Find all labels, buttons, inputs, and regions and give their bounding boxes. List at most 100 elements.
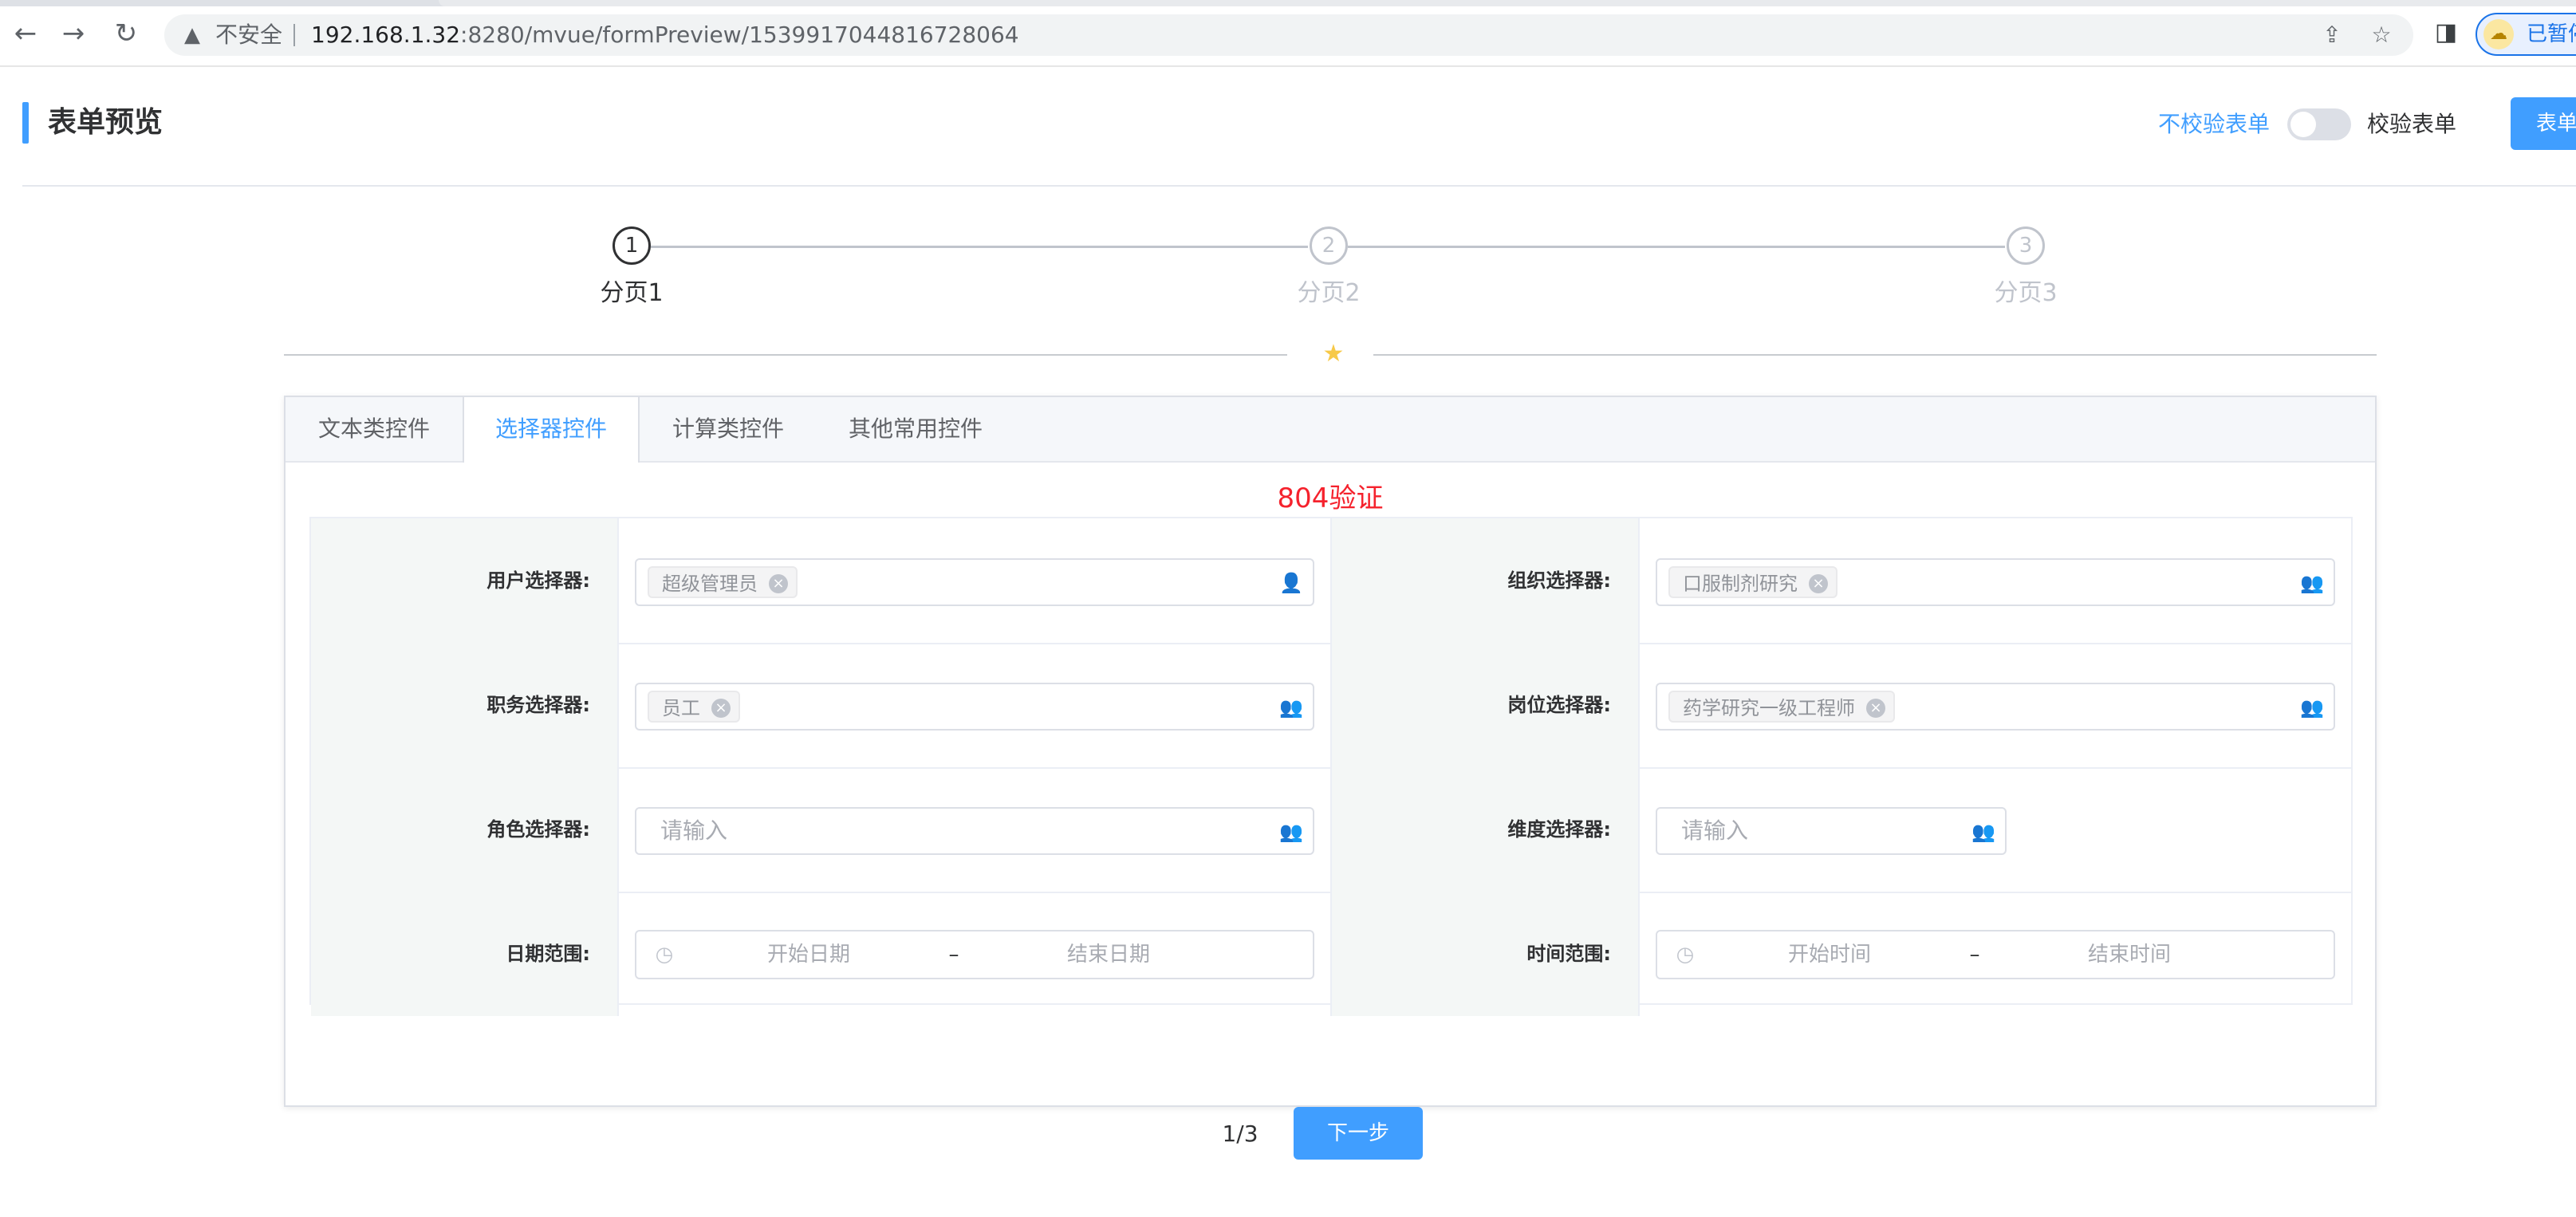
- steps: 1 分页1 2 分页2 3 分页3: [0, 222, 2576, 317]
- tabs-card: 文本类控件 选择器控件 计算类控件 其他常用控件 804验证 用户选择器: 超级…: [284, 396, 2377, 1107]
- selected-tag: 药学研究一级工程师 ×: [1668, 691, 1895, 723]
- share-icon[interactable]: ⇪: [2318, 21, 2346, 49]
- insecure-label[interactable]: 不安全: [215, 14, 282, 56]
- url-text[interactable]: 192.168.1.32:8280/mvue/formPreview/15399…: [311, 14, 1019, 56]
- time-range-picker[interactable]: ◷ 开始时间 – 结束时间: [1656, 930, 2335, 979]
- divider-line-right: [1373, 354, 2377, 356]
- step-3-label[interactable]: 分页3: [1946, 276, 2105, 311]
- date-range-label: 日期范围:: [506, 943, 590, 965]
- tab-strip-background: [439, 0, 2576, 6]
- tab-selector-controls[interactable]: 选择器控件: [463, 397, 640, 463]
- cell-divider: [1638, 643, 1640, 767]
- form-row: 职务选择器: 员工 × 👥 岗位选择器: 药学研究一级工程师 × 👥: [311, 643, 2351, 769]
- page-title: 表单预览: [48, 106, 163, 139]
- validate-switch[interactable]: [2287, 108, 2351, 140]
- step-1-circle[interactable]: 1: [612, 226, 651, 265]
- user-icon[interactable]: 👤: [1278, 569, 1305, 597]
- user-selector-label: 用户选择器:: [486, 569, 590, 592]
- org-icon[interactable]: 👥: [2298, 569, 2326, 597]
- profile-label: 已暂停: [2527, 22, 2576, 46]
- cell-divider: [617, 518, 619, 643]
- job-selector[interactable]: 员工 × 👥: [635, 683, 1314, 731]
- post-selector-label: 岗位选择器:: [1507, 694, 1611, 716]
- time-start-input[interactable]: 开始时间: [1710, 931, 1949, 978]
- tab-text-controls[interactable]: 文本类控件: [286, 397, 463, 461]
- label-cell: 维度选择器:: [1332, 767, 1638, 892]
- label-cell: 时间范围:: [1332, 892, 1638, 1016]
- org-selector[interactable]: 口服制剂研究 × 👥: [1656, 558, 2335, 606]
- time-end-input[interactable]: 结束时间: [2010, 931, 2249, 978]
- org-selector-label: 组织选择器:: [1507, 569, 1611, 592]
- reload-icon[interactable]: ↻: [110, 18, 142, 49]
- cell-divider: [617, 892, 619, 1016]
- form-title: 804验证: [1277, 482, 1384, 514]
- time-range-separator: –: [1969, 943, 1980, 967]
- tag-label: 口服制剂研究: [1683, 573, 1798, 595]
- divider-line-left: [284, 354, 1287, 356]
- bookmark-star-icon[interactable]: ☆: [2367, 21, 2396, 49]
- label-cell: 职务选择器:: [311, 643, 617, 767]
- next-step-button[interactable]: 下一步: [1294, 1107, 1423, 1160]
- users-icon[interactable]: 👥: [1278, 818, 1305, 845]
- selected-tag: 口服制剂研究 ×: [1668, 566, 1837, 598]
- cell-divider: [1638, 767, 1640, 892]
- tag-close-icon[interactable]: ×: [769, 574, 788, 593]
- users-icon[interactable]: 👥: [1970, 818, 1997, 845]
- validate-label[interactable]: 校验表单: [2367, 108, 2456, 140]
- post-selector[interactable]: 药学研究一级工程师 × 👥: [1656, 683, 2335, 731]
- tab-strip: [0, 0, 2576, 6]
- selected-tag: 员工 ×: [648, 691, 740, 723]
- tab-calc-controls[interactable]: 计算类控件: [640, 397, 817, 461]
- title-accent-bar: [22, 102, 29, 144]
- time-range-label: 时间范围:: [1526, 943, 1611, 965]
- tag-close-icon[interactable]: ×: [1866, 699, 1885, 718]
- header-form-button[interactable]: 表单: [2511, 97, 2576, 150]
- step-1-label[interactable]: 分页1: [552, 276, 711, 311]
- role-selector[interactable]: 请输入 👥: [635, 807, 1314, 855]
- step-2-label[interactable]: 分页2: [1249, 276, 1408, 311]
- date-end-input[interactable]: 结束日期: [989, 931, 1228, 978]
- label-cell: 组织选择器:: [1332, 518, 1638, 643]
- form-grid: 用户选择器: 超级管理员 × 👤 组织选择器: 口服制剂研究 × 👥 职务选择器:: [309, 517, 2353, 1016]
- label-cell: 日期范围:: [311, 892, 617, 1016]
- tag-close-icon[interactable]: ×: [1809, 574, 1828, 593]
- back-icon[interactable]: ←: [10, 18, 41, 49]
- warning-icon[interactable]: ▲: [179, 22, 206, 48]
- form-row: 角色选择器: 请输入 👥 维度选择器: 请输入 👥: [311, 767, 2351, 893]
- tab-nav: 文本类控件 选择器控件 计算类控件 其他常用控件: [286, 397, 2375, 463]
- date-range-separator: –: [948, 943, 959, 967]
- form-row: 日期范围: ◷ 开始日期 – 结束日期 时间范围: ◷ 开始时间 – 结束时间: [311, 892, 2351, 1016]
- step-connector: [1348, 246, 2005, 248]
- page-header: 表单预览 不校验表单 校验表单 表单: [0, 67, 2576, 187]
- clock-icon: ◷: [1676, 943, 1695, 967]
- users-icon[interactable]: 👥: [1278, 694, 1305, 721]
- page-indicator: 1/3: [1222, 1121, 1258, 1147]
- side-panel-icon[interactable]: ◨: [2431, 18, 2461, 48]
- step-3-circle[interactable]: 3: [2007, 226, 2045, 265]
- tab-other-controls[interactable]: 其他常用控件: [817, 397, 1014, 461]
- profile-button[interactable]: ☁ 已暂停: [2476, 13, 2576, 56]
- header-divider: [22, 185, 2576, 187]
- star-icon: ★: [1322, 340, 1345, 368]
- tag-label: 员工: [662, 697, 700, 719]
- address-bar[interactable]: ▲ 不安全 192.168.1.32:8280/mvue/formPreview…: [164, 14, 2413, 56]
- step-2-circle[interactable]: 2: [1310, 226, 1348, 265]
- dimension-selector-label: 维度选择器:: [1507, 818, 1611, 841]
- users-icon[interactable]: 👥: [2298, 694, 2326, 721]
- date-start-input[interactable]: 开始日期: [689, 931, 928, 978]
- label-cell: 用户选择器:: [311, 518, 617, 643]
- cell-divider: [617, 643, 619, 767]
- job-selector-label: 职务选择器:: [486, 694, 590, 716]
- role-selector-label: 角色选择器:: [486, 818, 590, 841]
- user-selector[interactable]: 超级管理员 × 👤: [635, 558, 1314, 606]
- date-range-picker[interactable]: ◷ 开始日期 – 结束日期: [635, 930, 1314, 979]
- dimension-selector[interactable]: 请输入 👥: [1656, 807, 2007, 855]
- cell-divider: [1638, 518, 1640, 643]
- tag-close-icon[interactable]: ×: [711, 699, 731, 718]
- role-selector-placeholder: 请输入: [660, 817, 728, 844]
- forward-icon[interactable]: →: [57, 18, 89, 49]
- url-host: 192.168.1.32: [311, 22, 461, 48]
- no-validate-label[interactable]: 不校验表单: [2158, 108, 2270, 140]
- calendar-icon: ◷: [655, 943, 674, 967]
- tag-label: 药学研究一级工程师: [1683, 697, 1855, 719]
